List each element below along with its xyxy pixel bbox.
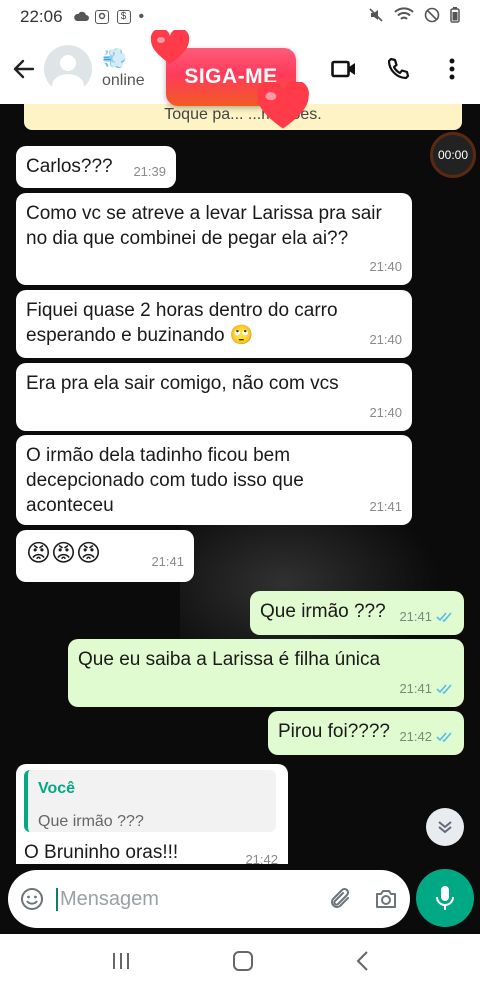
scroll-to-bottom-button[interactable] [426,808,464,846]
message-text: Era pra ela sair comigo, não com vcs [26,373,339,394]
back-nav-button[interactable] [355,950,369,977]
cloud-icon [73,10,89,24]
message-time: 21:41 [399,609,432,624]
message-text: Pirou foi???? [278,721,390,742]
money-icon: $ [116,10,131,24]
home-icon [232,950,253,971]
read-ticks-icon [436,683,452,694]
mic-button[interactable] [416,869,474,927]
home-button[interactable] [232,950,254,977]
message-text: O Bruninho oras!!! [24,842,179,863]
battery-icon [450,7,460,27]
video-call-button[interactable] [330,55,358,83]
recents-button[interactable] [111,952,131,975]
kebab-menu-icon [449,58,455,80]
message-text: Que eu saiba a Larissa é filha única [78,649,381,670]
contact-status: online [102,72,145,89]
message-time-wrap: 21:41 [399,604,454,629]
video-camera-icon [331,60,355,78]
status-time: 22:06 [20,7,63,26]
message-incoming[interactable]: Como vc se atreve a levar Larissa pra sa… [16,193,412,285]
message-incoming[interactable]: Fiquei quase 2 horas dentro do carro esp… [16,290,412,358]
heart-icon [150,30,190,64]
message-time: 21:40 [369,405,402,420]
paperclip-icon[interactable] [330,887,352,911]
message-emoji: 😡😡😡 [26,540,102,567]
back-button[interactable] [4,49,44,89]
composer: Mensagem [0,864,480,934]
no-signal-icon [424,7,440,27]
microphone-icon [436,886,454,910]
message-text: Como vc se atreve a levar Larissa pra sa… [26,203,382,249]
message-outgoing[interactable]: Que eu saiba a Larissa é filha única 21:… [68,639,464,707]
message-time: 21:41 [399,681,432,696]
status-dot: • [138,8,145,25]
read-ticks-icon [436,731,452,742]
contact-name: 💨 [102,48,127,70]
message-time: 21:40 [369,332,402,347]
header-actions [330,55,466,83]
message-time: 21:40 [369,259,402,274]
contact-info[interactable]: 💨 online [102,41,145,97]
message-input-container[interactable]: Mensagem [8,870,410,928]
read-ticks-icon [436,611,452,622]
recents-icon [112,952,129,969]
wifi-icon [394,7,414,27]
message-incoming-reply[interactable]: Você Que irmão ??? O Bruninho oras!!! 21… [16,764,288,864]
message-incoming[interactable]: Carlos??? 21:39 [16,146,176,188]
emoji-icon[interactable] [20,887,44,911]
heart-icon [257,82,309,129]
avatar[interactable] [44,45,92,93]
message-time: 21:42 [245,852,278,864]
instagram-icon [94,10,109,24]
mute-icon [368,7,384,27]
message-time-wrap: 21:41 [399,676,454,701]
system-nav-bar [0,934,480,992]
camera-icon[interactable] [374,888,398,910]
chevron-double-down-icon [438,821,452,834]
message-outgoing[interactable]: Que irmão ??? 21:41 [250,591,464,635]
message-incoming[interactable]: Era pra ela sair comigo, não com vcs 21:… [16,363,412,431]
arrow-left-icon [13,59,35,79]
message-incoming[interactable]: O irmão dela tadinho ficou bem decepcion… [16,435,412,525]
message-input[interactable]: Mensagem [56,887,159,911]
message-time: 21:39 [133,164,166,179]
message-incoming[interactable]: 😡😡😡 21:41 [16,530,194,582]
message-outgoing[interactable]: Pirou foi???? 21:42 [268,711,464,755]
quoted-author: Você [38,780,76,797]
quoted-message[interactable]: Você Que irmão ??? [24,770,276,832]
message-time: 21:42 [399,729,432,744]
message-text: Carlos??? [26,156,113,177]
message-text: O irmão dela tadinho ficou bem decepcion… [26,445,304,516]
message-text: Fiquei quase 2 horas dentro do carro esp… [26,300,338,346]
quoted-text: Que irmão ??? [38,813,144,830]
voice-call-button[interactable] [384,55,412,83]
status-right-icons [368,7,460,27]
more-options-button[interactable] [438,55,466,83]
status-bar: 22:06 $ • [0,0,480,34]
message-time: 21:41 [151,554,184,569]
composer-actions [330,887,398,911]
message-time: 21:41 [369,499,402,514]
message-time-wrap: 21:42 [399,724,454,749]
system-banner[interactable]: Toque pa... ...mações. [24,104,462,130]
phone-icon [387,57,410,80]
chevron-left-icon [356,950,369,971]
message-text: Que irmão ??? [260,601,386,622]
chat-area[interactable]: Toque pa... ...mações. 00:00 Carlos??? 2… [0,104,480,864]
recording-timer: 00:00 [430,132,476,178]
